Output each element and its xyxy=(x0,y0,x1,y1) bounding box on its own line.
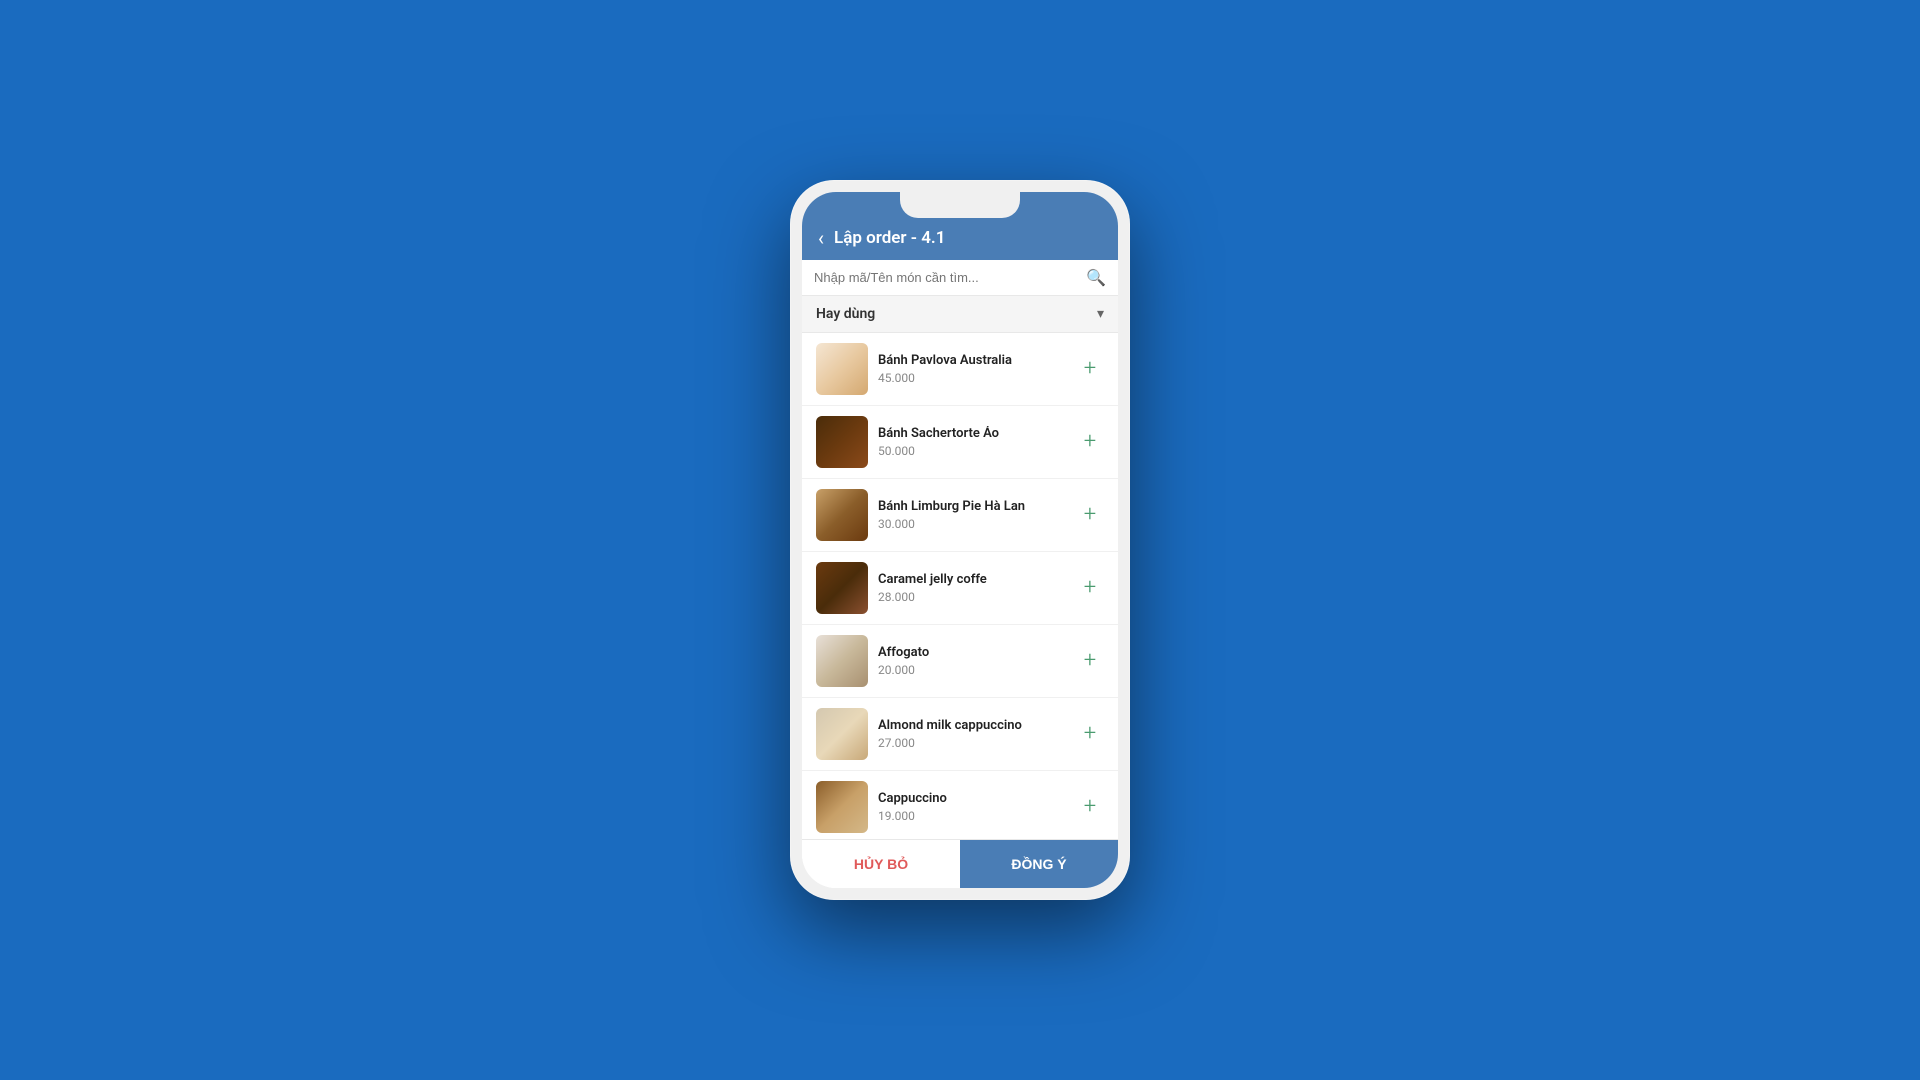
item-name: Cappuccino xyxy=(878,791,1066,806)
list-item: Cappuccino 19.000 + xyxy=(802,771,1118,839)
item-image xyxy=(816,635,868,687)
chevron-down-icon: ▾ xyxy=(1097,306,1104,322)
list-item: Bánh Sachertorte Áo 50.000 + xyxy=(802,406,1118,479)
item-image xyxy=(816,781,868,833)
bottom-bar: HỦY BỎ ĐỒNG Ý xyxy=(802,839,1118,888)
item-info: Bánh Pavlova Australia 45.000 xyxy=(878,353,1066,385)
phone-screen: ‹ Lập order - 4.1 🔍 Hay dùng ▾ Bánh Pavl… xyxy=(802,192,1118,888)
item-name: Affogato xyxy=(878,645,1066,660)
item-info: Cappuccino 19.000 xyxy=(878,791,1066,823)
add-item-button[interactable]: + xyxy=(1076,428,1104,456)
item-name: Almond milk cappuccino xyxy=(878,718,1066,733)
item-name: Caramel jelly coffe xyxy=(878,572,1066,587)
add-item-button[interactable]: + xyxy=(1076,501,1104,529)
list-item: Bánh Pavlova Australia 45.000 + xyxy=(802,333,1118,406)
item-info: Bánh Sachertorte Áo 50.000 xyxy=(878,426,1066,458)
search-icon: 🔍 xyxy=(1086,268,1106,287)
item-price: 20.000 xyxy=(878,663,1066,677)
item-name: Bánh Sachertorte Áo xyxy=(878,426,1066,441)
search-bar: 🔍 xyxy=(802,260,1118,296)
items-list: Bánh Pavlova Australia45.000+Bánh Sacher… xyxy=(802,333,1118,839)
confirm-button[interactable]: ĐỒNG Ý xyxy=(960,840,1118,888)
item-image xyxy=(816,708,868,760)
add-item-button[interactable]: + xyxy=(1076,720,1104,748)
add-item-button[interactable]: + xyxy=(1076,574,1104,602)
item-image xyxy=(816,489,868,541)
item-name: Bánh Limburg Pie Hà Lan xyxy=(878,499,1066,514)
category-label: Hay dùng xyxy=(816,306,875,322)
item-info: Almond milk cappuccino 27.000 xyxy=(878,718,1066,750)
page-title: Lập order - 4.1 xyxy=(834,228,1102,248)
notch xyxy=(900,192,1020,218)
add-item-button[interactable]: + xyxy=(1076,793,1104,821)
back-button[interactable]: ‹ xyxy=(818,228,824,248)
add-item-button[interactable]: + xyxy=(1076,647,1104,675)
cancel-button[interactable]: HỦY BỎ xyxy=(802,840,960,888)
search-input[interactable] xyxy=(814,270,1086,285)
list-item: Almond milk cappuccino 27.000 + xyxy=(802,698,1118,771)
item-info: Bánh Limburg Pie Hà Lan 30.000 xyxy=(878,499,1066,531)
item-price: 50.000 xyxy=(878,444,1066,458)
phone-shell: ‹ Lập order - 4.1 🔍 Hay dùng ▾ Bánh Pavl… xyxy=(790,180,1130,900)
list-item: Affogato 20.000 + xyxy=(802,625,1118,698)
item-price: 30.000 xyxy=(878,517,1066,531)
item-price: 28.000 xyxy=(878,590,1066,604)
item-image xyxy=(816,416,868,468)
item-price: 27.000 xyxy=(878,736,1066,750)
item-info: Caramel jelly coffe 28.000 xyxy=(878,572,1066,604)
list-item: Bánh Limburg Pie Hà Lan 30.000 + xyxy=(802,479,1118,552)
category-filter[interactable]: Hay dùng ▾ xyxy=(802,296,1118,333)
item-info: Affogato 20.000 xyxy=(878,645,1066,677)
list-item: Caramel jelly coffe 28.000 + xyxy=(802,552,1118,625)
item-name: Bánh Pavlova Australia xyxy=(878,353,1066,368)
item-image xyxy=(816,343,868,395)
item-image xyxy=(816,562,868,614)
add-item-button[interactable]: + xyxy=(1076,355,1104,383)
item-price: 45.000 xyxy=(878,371,1066,385)
item-price: 19.000 xyxy=(878,809,1066,823)
